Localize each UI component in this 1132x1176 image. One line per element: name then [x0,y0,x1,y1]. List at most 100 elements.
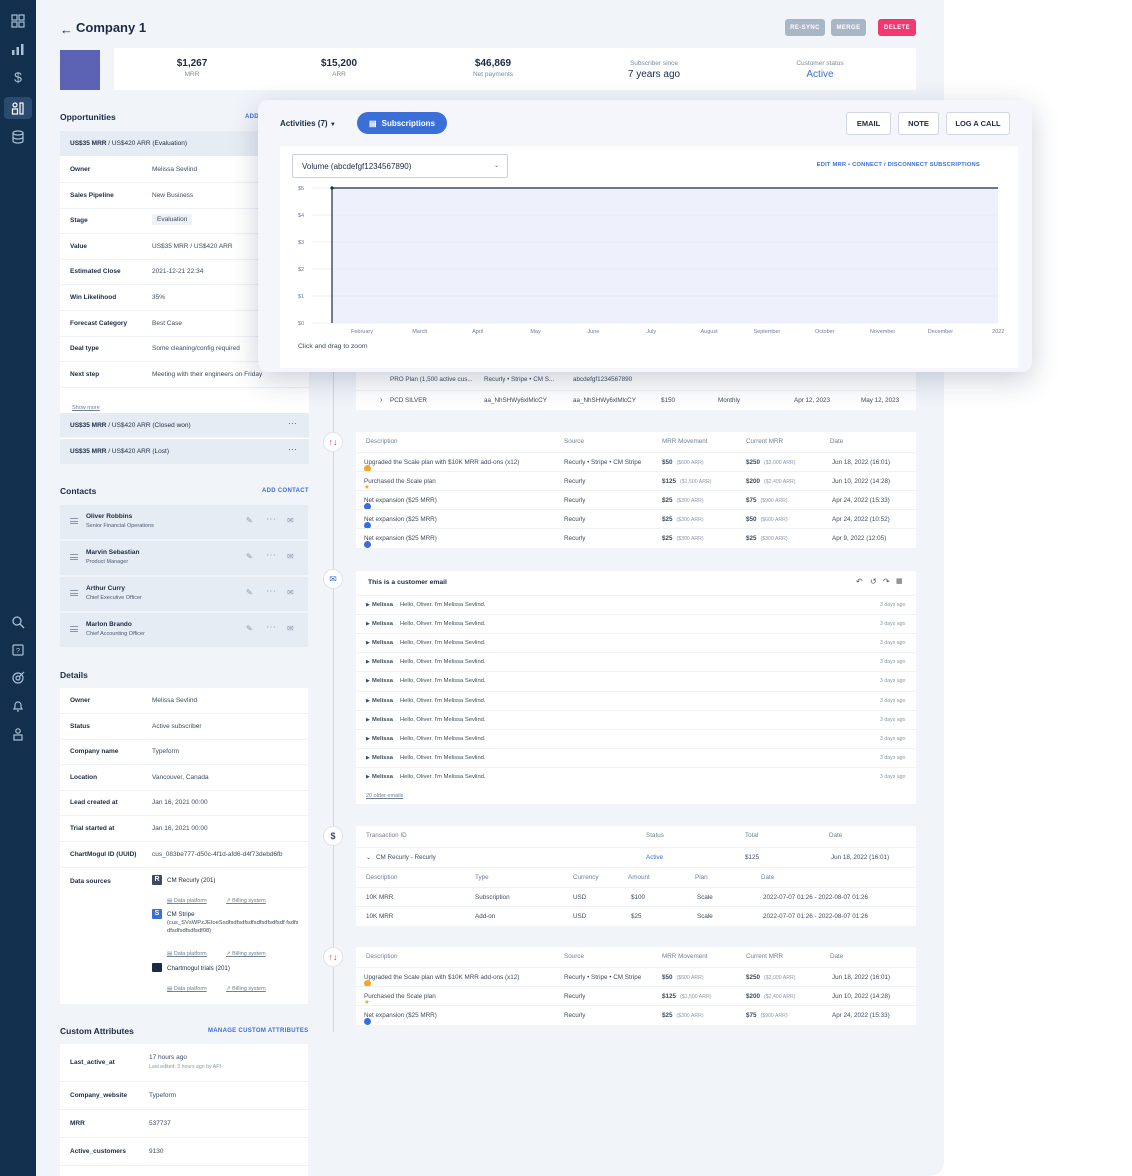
expand-caret-icon[interactable]: ▶ [366,621,370,627]
show-more-link[interactable]: Show more [72,396,100,414]
expand-caret-icon[interactable]: ▶ [366,755,370,761]
envelope-icon[interactable]: ✉ [287,516,294,525]
opportunity-header-closed-won[interactable]: US$35 MRR / US$420 ARR (Closed won) ⋯ [60,413,309,438]
email-row[interactable]: ▶ Melissa Hello, Oliver. I'm Melissa Sevli… [356,595,916,614]
reports-icon[interactable] [8,40,28,58]
user-icon[interactable] [8,725,28,743]
email-row[interactable]: ▶ Melissa Hello, Oliver. I'm Melissa Sevli… [356,709,916,729]
customers-icon[interactable] [4,97,32,119]
activities-dropdown[interactable]: Activities (7) ▼ [280,119,336,128]
back-arrow-icon[interactable]: ← [60,22,73,37]
add-opportunity-link[interactable]: ADD [245,114,259,120]
mrr-row[interactable]: Net expansion ($25 MRR) Recurly $25 ($300 A… [356,528,916,548]
log-call-button[interactable]: LOG A CALL [946,112,1010,135]
database-icon[interactable] [8,128,28,146]
more-icon[interactable]: ⋯ [266,622,276,633]
expand-caret-icon[interactable]: ▶ [366,678,370,684]
mrr-chart[interactable]: $5 $4 $3 $2 $1 $0 February March April May June Jul… [280,180,1018,370]
email-row[interactable]: ▶ Melissa Hello, Oliver. I'm Melissa Sevli… [356,747,916,767]
email-row[interactable]: ▶ Melissa Hello, Oliver. I'm Melissa Sevli… [356,652,916,671]
expand-caret-icon[interactable]: ▶ [366,602,370,608]
forward-icon[interactable]: ↷ [883,577,890,586]
mrr-row[interactable]: Upgraded the Scale plan with $10K MRR ad… [356,452,916,472]
email-row[interactable]: ▶ Melissa Hello, Oliver. I'm Melissa Sevli… [356,690,916,710]
expand-caret-icon[interactable]: ▶ [366,659,370,665]
subscription-select[interactable]: Volume (abcdefgf1234567890) ⌄ [292,154,508,178]
goals-icon[interactable] [8,669,28,687]
older-emails-link[interactable]: 20 older emails [366,792,403,799]
dashboard-icon[interactable] [8,12,28,30]
more-icon[interactable]: ⋯ [266,514,276,525]
kpi-customer-status: Customer status Active [760,58,880,80]
edit-pencil-icon[interactable]: ✎ [246,516,253,525]
subscription-row[interactable]: PRO Plan (1,500 active cus... Recurly • … [356,370,916,389]
envelope-icon[interactable]: ✉ [287,552,294,561]
billing-system-link[interactable]: ↗ Billing system [226,942,266,960]
billing-system-link[interactable]: ↗ Billing system [226,889,266,907]
envelope-icon[interactable]: ✉ [287,624,294,633]
add-contact-link[interactable]: ADD CONTACT [262,488,309,494]
mrr-row[interactable]: Net expansion ($25 MRR) Recurly $25 ($300 A… [356,509,916,529]
billing-system-link[interactable]: ↗ Billing system [226,977,266,995]
drag-handle-icon[interactable] [70,590,78,596]
data-platform-link[interactable]: ▤ Data platform [167,889,207,907]
data-platform-link[interactable]: ▤ Data platform [167,942,207,960]
mrr-row[interactable]: Upgraded the Scale plan with $10K MRR ad… [356,967,916,987]
contact-item[interactable]: Marlon Brando Chief Accounting Officer ✎ ⋯ ✉ [60,613,308,647]
delete-button[interactable]: DELETE [878,19,916,36]
email-row[interactable]: ▶ Melissa Hello, Oliver. I'm Melissa Sevli… [356,728,916,748]
more-icon[interactable]: ⋯ [288,444,297,455]
opportunity-header-lost[interactable]: US$35 MRR / US$420 ARR (Lost) ⋯ [60,439,309,464]
note-button[interactable]: NOTE [898,112,939,135]
edit-pencil-icon[interactable]: ✎ [246,552,253,561]
more-icon[interactable]: ⋯ [266,550,276,561]
expand-caret-icon[interactable]: ▶ [366,717,370,723]
contact-item[interactable]: Marvin Sebastian Product Manager ✎ ⋯ ✉ [60,541,308,575]
merge-button[interactable]: MERGE [831,19,866,36]
expand-caret-icon[interactable]: ▶ [366,698,370,704]
edit-mrr-links[interactable]: EDIT MRR • CONNECT / DISCONNECT SUBSCRIP… [817,162,980,168]
mrr-row[interactable]: ★ Purchased the Scale plan Recurly $125 ($1,… [356,471,916,491]
email-row[interactable]: ▶ Melissa Hello, Oliver. I'm Melissa Sevli… [356,766,916,786]
help-icon[interactable]: ? [8,641,28,659]
mrr-row[interactable]: ★ Purchased the Scale plan Recurly $125 ($1,… [356,986,916,1006]
trash-icon[interactable]: ▦ [896,577,903,585]
data-platform-link[interactable]: ▤ Data platform [167,977,207,995]
email-row[interactable]: ▶ Melissa Hello, Oliver. I'm Melissa Sevli… [356,633,916,652]
y-tick-label: $4 [298,213,304,219]
envelope-icon[interactable]: ✉ [287,588,294,597]
expand-caret-icon[interactable]: ▶ [366,736,370,742]
collapse-chevron-icon[interactable]: ⌄ [366,854,371,861]
bell-icon[interactable] [8,697,28,715]
current-mrr-arr: ($3,000 ARR) [764,460,796,466]
transaction-row[interactable]: ⌄ CM Recurly - Recurly Active $125 Jun 1… [356,847,916,866]
drag-handle-icon[interactable] [70,518,78,524]
more-icon[interactable]: ⋯ [266,586,276,597]
start-date: Apr 12, 2023 [794,397,831,404]
more-icon[interactable]: ⋯ [288,418,297,429]
current-mrr-value: $50 [746,516,757,523]
drag-handle-icon[interactable] [70,554,78,560]
mrr-row[interactable]: Net expansion ($25 MRR) Recurly $25 ($300 A… [356,1005,916,1025]
manage-custom-attributes-link[interactable]: MANAGE CUSTOM ATTRIBUTES [208,1028,308,1034]
reply-all-icon[interactable]: ↺ [870,577,877,586]
column-header: Type [475,874,489,881]
expand-caret-icon[interactable]: ▶ [366,640,370,646]
subscription-row[interactable]: › PCD SILVER aa_NhSHWy6xlMlcCY aa_NhSHWy… [356,390,916,409]
email-row[interactable]: ▶ Melissa Hello, Oliver. I'm Melissa Sevli… [356,671,916,690]
edit-pencil-icon[interactable]: ✎ [246,624,253,633]
dollar-icon[interactable]: $ [8,68,28,86]
contact-item[interactable]: Oliver Robbins Senior Financial Operation… [60,505,308,539]
email-row[interactable]: ▶ Melissa Hello, Oliver. I'm Melissa Sevli… [356,614,916,633]
contact-item[interactable]: Arthur Curry Chief Executive Officer ✎ ⋯ ✉ [60,577,308,611]
search-icon[interactable] [8,613,28,631]
email-button[interactable]: EMAIL [846,112,891,135]
reply-icon[interactable]: ↶ [856,577,863,586]
resync-button[interactable]: RE-SYNC [785,19,825,36]
drag-handle-icon[interactable] [70,626,78,632]
subscriptions-tab[interactable]: ▤ Subscriptions [357,112,447,134]
edit-pencil-icon[interactable]: ✎ [246,588,253,597]
mrr-row[interactable]: Net expansion ($25 MRR) Recurly $25 ($300 A… [356,490,916,510]
expand-chevron-icon[interactable]: › [380,397,382,404]
expand-caret-icon[interactable]: ▶ [366,774,370,780]
